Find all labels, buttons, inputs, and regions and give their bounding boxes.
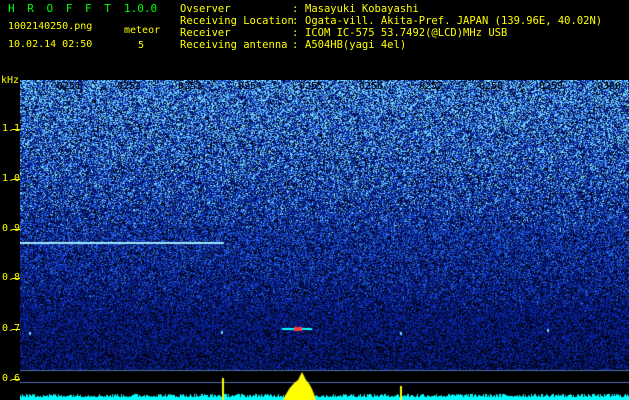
y-tick-mark bbox=[12, 129, 20, 130]
receiver-colon: : bbox=[292, 27, 299, 39]
receiver-value: ICOM IC-575 53.7492(@LCD)MHz USB bbox=[305, 27, 508, 39]
antenna-value: A504HB(yagi 4el) bbox=[305, 39, 407, 51]
receiver-label: Receiver bbox=[180, 27, 231, 39]
y-tick-mark bbox=[12, 229, 20, 230]
app-version: 1.0.0 bbox=[124, 2, 158, 15]
observer-label: Ovserver bbox=[180, 3, 231, 15]
observer-colon: : bbox=[292, 3, 299, 15]
time-tick-label: 0253 bbox=[178, 81, 203, 92]
observer-value: Masayuki Kobayashi bbox=[305, 3, 419, 15]
time-tick-label: 0251 bbox=[57, 81, 82, 92]
y-axis-unit: kHz bbox=[1, 75, 20, 86]
time-tick-label: 0254 bbox=[238, 81, 263, 92]
location-label: Receiving Location bbox=[180, 15, 294, 27]
time-tick-label: 0258 bbox=[479, 81, 504, 92]
time-tick-label: 0255 bbox=[299, 81, 324, 92]
time-tick-label: 0257 bbox=[419, 81, 444, 92]
location-value: Ogata-vill. Akita-Pref. JAPAN (139.96E, … bbox=[305, 15, 603, 27]
time-tick-label: 0252 bbox=[117, 81, 142, 92]
y-tick-mark bbox=[12, 379, 20, 380]
y-tick-mark bbox=[12, 179, 20, 180]
meteor-count: 5 bbox=[138, 40, 145, 51]
time-tick-label: 0300 bbox=[597, 81, 622, 92]
y-tick-mark bbox=[12, 329, 20, 330]
spectrogram-canvas bbox=[20, 80, 629, 400]
antenna-label: Receiving antenna bbox=[180, 39, 288, 51]
time-tick-label: 0259 bbox=[539, 81, 564, 92]
app-title: H R O F F T bbox=[8, 2, 114, 15]
meteor-label: meteor bbox=[124, 25, 161, 36]
location-colon: : bbox=[292, 15, 299, 27]
file-name: 1002140250.png bbox=[8, 21, 93, 32]
y-tick-mark bbox=[12, 278, 20, 279]
time-tick-label: 0256 bbox=[359, 81, 384, 92]
antenna-colon: : bbox=[292, 39, 299, 51]
date-time: 10.02.14 02:50 bbox=[8, 39, 93, 50]
